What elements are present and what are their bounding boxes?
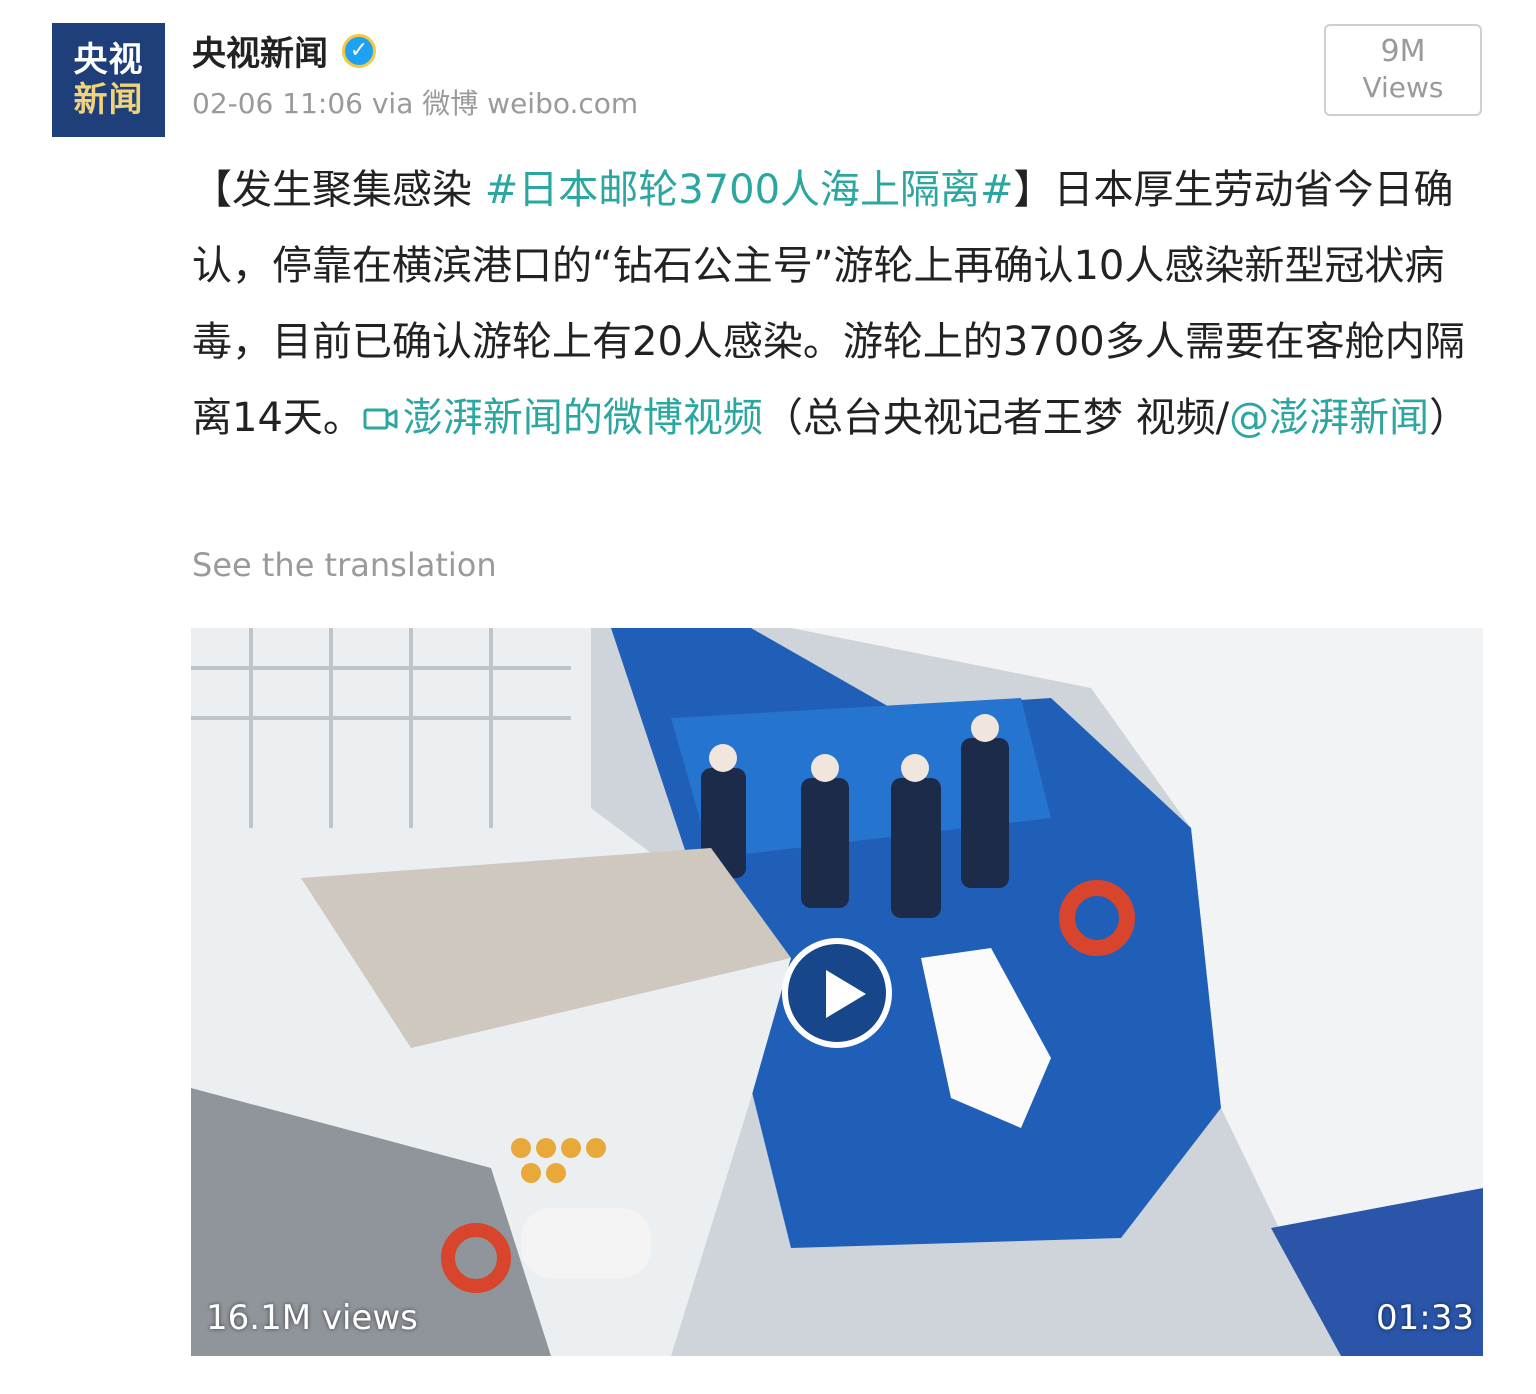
see-translation-link[interactable]: See the translation	[192, 546, 497, 584]
play-icon[interactable]	[782, 938, 892, 1048]
verified-badge-icon: ✓	[342, 33, 376, 68]
views-label: Views	[1362, 71, 1444, 104]
video-duration: 01:33	[1376, 1298, 1474, 1338]
post-body-text-2: （总台央视记者王梦 视频/	[762, 395, 1230, 441]
post-bracket-close: 】	[1013, 167, 1054, 213]
author-name[interactable]: 央视新闻	[192, 26, 328, 75]
video-camera-icon	[363, 408, 398, 430]
avatar[interactable]: 央视 新闻	[52, 23, 165, 137]
video-link-text: 澎湃新闻的微博视频	[402, 395, 763, 441]
views-count: 9M	[1380, 34, 1426, 69]
views-counter: 9M Views	[1324, 24, 1482, 116]
video-link[interactable]: 澎湃新闻的微博视频	[363, 395, 763, 441]
avatar-text-bottom: 新闻	[73, 80, 144, 120]
hashtag-link[interactable]: #日本邮轮3700人海上隔离#	[485, 167, 1014, 213]
avatar-text-top: 央视	[73, 40, 144, 80]
post-source: via 微博 weibo.com	[371, 87, 639, 120]
video-view-count: 16.1M views	[206, 1298, 418, 1338]
author-header: 央视新闻 ✓	[192, 26, 376, 75]
post-body: 【发生聚集感染 #日本邮轮3700人海上隔离#】日本厚生劳动省今日确认，停靠在横…	[192, 152, 1492, 456]
mention-link[interactable]: @澎湃新闻	[1229, 395, 1429, 441]
post-timestamp: 02-06 11:06	[192, 87, 363, 120]
post-meta: 02-06 11:06 via 微博 weibo.com	[192, 82, 638, 122]
post-bracket-open: 【发生聚集感染	[192, 167, 485, 213]
post-body-text-3: ）	[1429, 395, 1470, 441]
